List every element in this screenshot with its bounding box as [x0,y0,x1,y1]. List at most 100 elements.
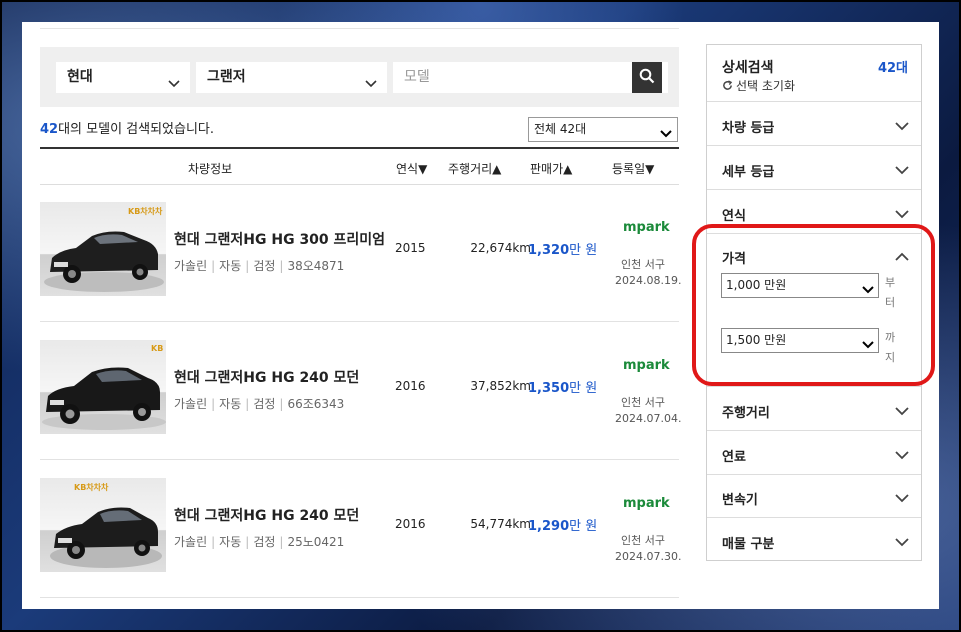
divider [40,28,679,29]
registration-date: 2024.08.19. [615,274,682,287]
fuel: 가솔린 [174,535,208,549]
listing-title[interactable]: 현대 그랜저HG HG 240 모던 [174,367,359,387]
sub-model-placeholder: 모델 [404,69,430,85]
sidebar-title: 상세검색 [722,60,774,76]
kb-badge: KB차차차 [128,207,163,216]
result-count: 42대의 모델이 검색되었습니다. [40,118,214,137]
plate-number: 25노0421 [287,535,345,549]
result-filter-select[interactable]: 전체 42대 [528,117,678,142]
table-header: 차량정보 연식▼ 주행거리▲ 판매가▲ 등록일▼ [40,147,679,185]
search-button[interactable] [632,62,662,93]
price: 1,320만 원 [528,239,597,258]
kb-badge: KB차차차 [74,483,109,492]
listing-row[interactable]: KB차차차 현대 그랜저HG HG 240 모던 가솔린 | 자동 | 검정 | 25노04… [40,460,682,598]
plate-number: 66조6343 [287,397,345,411]
chevron-down-icon [895,160,909,179]
result-count-number: 42 [40,122,59,137]
listing-title[interactable]: 현대 그랜저HG HG 300 프리미엄 [174,229,385,249]
listing-row[interactable]: KB차차차 현대 그랜저HG HG 300 프리미엄 가솔린 | 자동 | 검정 | 38오… [40,184,682,322]
price: 1,350만 원 [528,377,597,396]
sort-mileage[interactable]: 주행거리▲ [448,160,501,177]
color: 검정 [253,535,276,549]
filter-sub-class[interactable]: 세부 등급 [707,146,921,190]
model-select[interactable]: 그랜저 [196,62,387,93]
reset-selection-button[interactable]: 선택 초기화 [722,77,795,94]
filter-label: 차량 등급 [722,121,775,136]
year: 2015 [395,241,426,255]
reset-selection-label: 선택 초기화 [736,79,796,93]
price-value: 1,290 [528,519,570,534]
chevron-down-icon [895,488,909,507]
filter-mileage[interactable]: 주행거리 [707,387,921,431]
price-unit: 만 원 [569,519,598,534]
registration-date: 2024.07.04. [615,412,682,425]
search-icon [639,68,655,88]
sort-price[interactable]: 판매가▲ [530,160,572,177]
filter-vehicle-class[interactable]: 차량 등급 [707,102,921,146]
dealer-location: 인천 서구 [621,534,665,547]
filter-label: 변속기 [722,493,758,508]
listing-specs: 가솔린 | 자동 | 검정 | 66조6343 [174,397,345,411]
price: 1,290만 원 [528,515,597,534]
transmission: 자동 [219,535,242,549]
chevron-down-icon [895,445,909,464]
highlight-annotation [692,224,935,386]
mileage: 37,852km [470,379,531,393]
filter-label: 주행거리 [722,406,770,421]
kb-badge: KB [151,344,164,353]
dealer-logo: mpark [623,358,670,373]
result-count-text: 대의 모델이 검색되었습니다. [58,122,215,137]
sidebar-count: 42대 [877,61,908,76]
mileage: 54,774km [470,517,531,531]
filter-label: 매물 구분 [722,537,775,552]
chevron-down-icon [895,116,909,135]
car-thumbnail[interactable]: KB차차차 [40,202,166,296]
chevron-down-icon [895,204,909,223]
year: 2016 [395,517,426,531]
price-value: 1,350 [528,381,570,396]
year: 2016 [395,379,426,393]
listing-title[interactable]: 현대 그랜저HG HG 240 모던 [174,505,359,525]
model-select-value: 그랜저 [207,69,246,85]
color: 검정 [253,259,276,273]
fuel: 가솔린 [174,397,208,411]
filter-listing-type[interactable]: 매물 구분 [707,518,921,562]
chevron-down-icon [168,71,180,88]
header-vehicle-info: 차량정보 [188,162,233,176]
chevron-down-icon [660,124,672,147]
dealer-location: 인천 서구 [621,258,665,271]
price-unit: 만 원 [569,243,598,258]
car-thumbnail[interactable]: KB차차차 [40,478,166,572]
sort-year[interactable]: 연식▼ [396,160,427,177]
transmission: 자동 [219,397,242,411]
refresh-icon [723,80,733,90]
filter-transmission[interactable]: 변속기 [707,474,921,518]
sub-model-select[interactable]: 모델 [393,62,668,93]
car-thumbnail[interactable]: KB [40,340,166,434]
plate-number: 38오4871 [287,259,345,273]
price-unit: 만 원 [569,381,598,396]
filter-label: 연식 [722,209,746,224]
chevron-down-icon [895,532,909,551]
sidebar-header: 상세검색 42대 선택 초기화 [707,45,921,102]
car-image [42,367,166,430]
listing-specs: 가솔린 | 자동 | 검정 | 38오4871 [174,259,345,273]
sort-date[interactable]: 등록일▼ [612,160,654,177]
search-bar: 현대 그랜저 모델 [40,47,679,107]
listing-specs: 가솔린 | 자동 | 검정 | 25노0421 [174,535,345,549]
maker-select[interactable]: 현대 [56,62,190,93]
registration-date: 2024.07.30. [615,550,682,563]
listing-row[interactable]: KB 현대 그랜저HG HG 240 모던 가솔린 | 자동 | 검정 | 66조6343 … [40,322,682,460]
chevron-down-icon [895,401,909,420]
mileage: 22,674km [470,241,531,255]
filter-label: 연료 [722,450,746,465]
dealer-logo: mpark [623,220,670,235]
fuel: 가솔린 [174,259,208,273]
result-filter-value: 전체 42대 [534,122,587,136]
price-value: 1,320 [528,243,570,258]
filter-label: 세부 등급 [722,165,775,180]
filter-fuel[interactable]: 연료 [707,431,921,475]
dealer-location: 인천 서구 [621,396,665,409]
dealer-logo: mpark [623,496,670,511]
chevron-down-icon [365,71,377,88]
